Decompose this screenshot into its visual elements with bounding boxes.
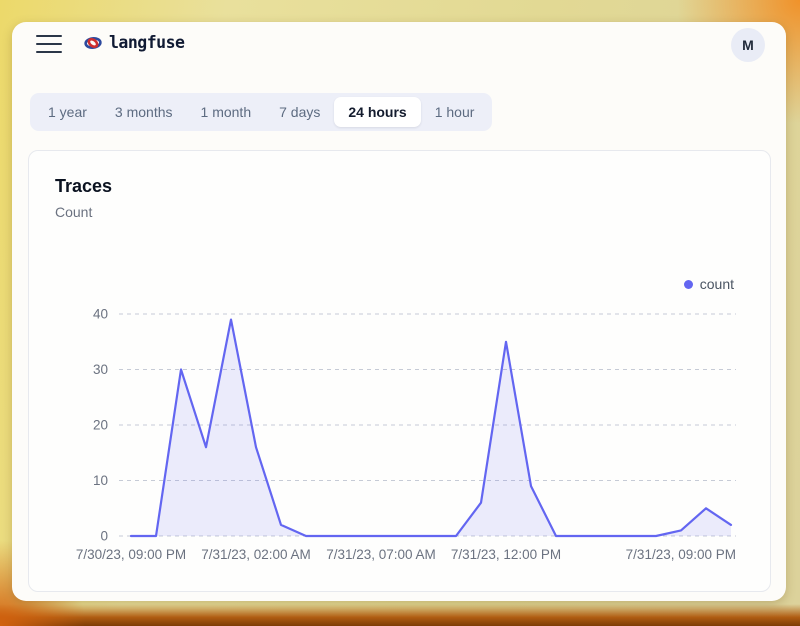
card-title: Traces <box>55 176 112 197</box>
menu-icon <box>36 35 62 37</box>
logo-text: langfuse <box>109 33 184 52</box>
menu-icon <box>36 43 62 45</box>
tab-7-days[interactable]: 7 days <box>265 97 334 127</box>
user-avatar[interactable]: M <box>731 28 765 62</box>
langfuse-logo: langfuse <box>84 33 184 52</box>
legend-label: count <box>700 276 734 292</box>
card-subtitle: Count <box>55 204 92 220</box>
x-axis-tick-label: 7/31/23, 12:00 PM <box>451 547 561 562</box>
y-axis-tick-label: 10 <box>93 473 108 488</box>
avatar-initial: M <box>742 37 754 53</box>
app-window: langfuse M 1 year3 months1 month7 days24… <box>12 22 786 601</box>
x-axis-tick-label: 7/30/23, 09:00 PM <box>76 547 186 562</box>
tab-1-hour[interactable]: 1 hour <box>421 97 489 127</box>
tab-1-year[interactable]: 1 year <box>34 97 101 127</box>
knot-icon <box>84 35 102 51</box>
y-axis-tick-label: 30 <box>93 362 108 377</box>
tab-3-months[interactable]: 3 months <box>101 97 187 127</box>
tab-24-hours[interactable]: 24 hours <box>334 97 420 127</box>
y-axis-tick-label: 20 <box>93 418 108 433</box>
desktop-background: { "header": { "logo_text": "langfuse", "… <box>0 0 800 626</box>
traces-card: Traces Count count 0 10 20 30 40 7/30/23, 09:… <box>28 150 771 592</box>
legend-dot-icon <box>684 280 693 289</box>
traces-area-chart: 0 10 20 30 40 7/30/23, 09:00 PM 7/31/23, 02:00… <box>29 291 772 591</box>
hamburger-menu-button[interactable] <box>36 35 62 53</box>
y-axis-tick-label: 0 <box>100 529 108 544</box>
tab-1-month[interactable]: 1 month <box>187 97 266 127</box>
area-fill <box>131 320 731 536</box>
x-axis-tick-label: 7/31/23, 07:00 AM <box>326 547 436 562</box>
x-axis-tick-label: 7/31/23, 02:00 AM <box>201 547 311 562</box>
menu-icon <box>36 51 62 53</box>
chart-legend: count <box>684 276 734 292</box>
time-range-tabs: 1 year3 months1 month7 days24 hours1 hou… <box>30 93 492 131</box>
x-axis-tick-label: 7/31/23, 09:00 PM <box>626 547 736 562</box>
y-axis-tick-label: 40 <box>93 307 108 322</box>
